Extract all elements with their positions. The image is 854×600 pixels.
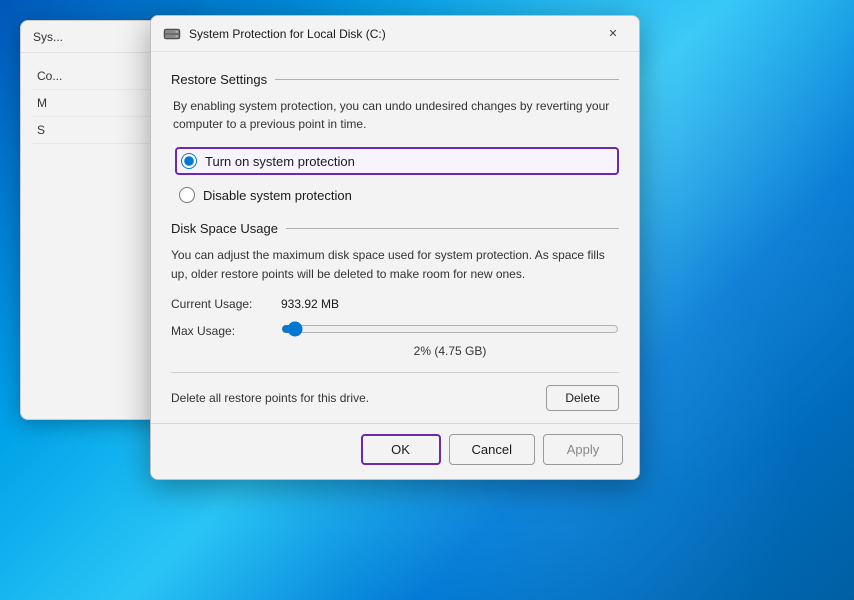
hdd-icon — [163, 25, 181, 43]
delete-button[interactable]: Delete — [546, 385, 619, 411]
radio-turn-on-label: Turn on system protection — [205, 154, 355, 169]
slider-percent-display: 2% (4.75 GB) — [281, 344, 619, 358]
close-button[interactable]: ✕ — [599, 20, 627, 48]
max-usage-row: Max Usage: — [171, 321, 619, 340]
radio-disable-label: Disable system protection — [203, 188, 352, 203]
dialog-titlebar: System Protection for Local Disk (C:) ✕ — [151, 16, 639, 52]
restore-section-title: Restore Settings — [171, 72, 267, 87]
radio-turn-on-option[interactable]: Turn on system protection — [175, 147, 619, 175]
dialog-footer: OK Cancel Apply — [151, 423, 639, 479]
disk-section-header: Disk Space Usage — [171, 221, 619, 236]
max-usage-label: Max Usage: — [171, 324, 281, 338]
disk-space-slider[interactable] — [281, 321, 619, 337]
restore-section-header: Restore Settings — [171, 72, 619, 87]
radio-disable-input[interactable] — [179, 187, 195, 203]
delete-row: Delete all restore points for this drive… — [171, 372, 619, 411]
restore-description: By enabling system protection, you can u… — [171, 97, 619, 133]
radio-turn-on-input[interactable] — [181, 153, 197, 169]
bg-window-title: Sys... — [33, 30, 63, 44]
cancel-button[interactable]: Cancel — [449, 434, 535, 465]
dialog-content: Restore Settings By enabling system prot… — [151, 52, 639, 423]
system-protection-dialog: System Protection for Local Disk (C:) ✕ … — [150, 15, 640, 480]
disk-section-title: Disk Space Usage — [171, 221, 278, 236]
current-usage-row: Current Usage: 933.92 MB — [171, 297, 619, 311]
disk-section-line — [286, 228, 619, 229]
apply-button[interactable]: Apply — [543, 434, 623, 465]
delete-description: Delete all restore points for this drive… — [171, 391, 369, 405]
radio-disable-option[interactable]: Disable system protection — [175, 183, 619, 207]
disk-space-section: Disk Space Usage You can adjust the maxi… — [171, 221, 619, 411]
disk-usage-description: You can adjust the maximum disk space us… — [171, 246, 619, 283]
slider-container — [281, 321, 619, 340]
restore-section-line — [275, 79, 619, 80]
titlebar-buttons: ✕ — [599, 20, 627, 48]
dialog-title: System Protection for Local Disk (C:) — [189, 27, 599, 41]
current-usage-label: Current Usage: — [171, 297, 281, 311]
current-usage-value: 933.92 MB — [281, 297, 339, 311]
ok-button[interactable]: OK — [361, 434, 441, 465]
restore-radio-group: Turn on system protection Disable system… — [171, 147, 619, 207]
